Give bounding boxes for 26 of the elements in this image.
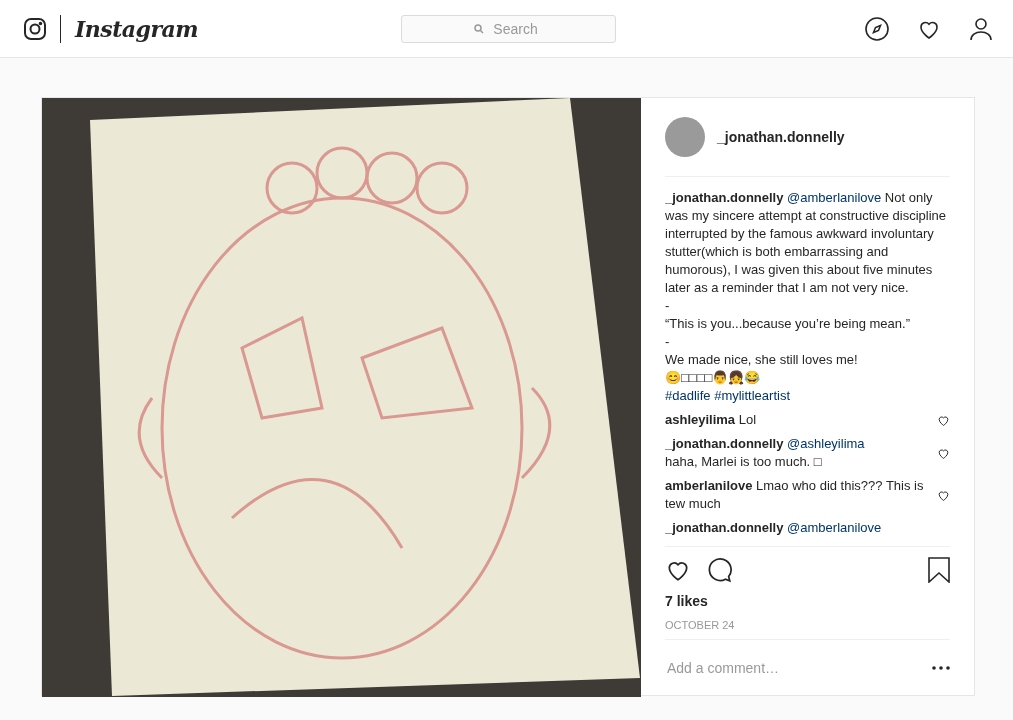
search-field[interactable]: Search	[401, 14, 616, 43]
caption: _jonathan.donnelly @amberlanilove Not only was my sincere attempt at constructive discipline interrupted by the famous awkward involuntary stutter(which is both embarrassing and humorous), I was given this about five minutes later as a reminder that I am not very nice. - “This is you...because you’re being mean.” - We made nice, she still loves me! 😊□□□□👨👧😂 #dadlife #mylittleartist	[665, 189, 948, 405]
person-icon[interactable]	[969, 16, 993, 41]
comment: _jonathan.donnelly @amberlanilove	[665, 519, 883, 537]
search-icon	[474, 23, 484, 34]
comment: _jonathan.donnelly @ashleyilima haha, Marlei is too much. □	[665, 435, 866, 471]
mention-link[interactable]: @amberlanilove	[787, 520, 882, 535]
heart-icon[interactable]	[937, 446, 950, 460]
heart-icon[interactable]	[937, 413, 950, 427]
comment: ashleyilima Lol	[665, 411, 758, 429]
save-button[interactable]	[928, 557, 950, 583]
like-count: 7 likes	[665, 593, 709, 609]
hashtag-link[interactable]: #mylittleartist	[714, 388, 791, 403]
compass-icon[interactable]	[865, 16, 889, 41]
post-date: OCTOBER 24	[665, 619, 950, 640]
mention-link[interactable]: @ashleyilima	[787, 436, 865, 451]
avatar[interactable]	[665, 117, 705, 157]
more-button[interactable]	[932, 665, 950, 670]
author-name[interactable]: _jonathan.donnelly	[717, 129, 845, 145]
comment: amberlanilove Lmao who did this??? This is tew much	[665, 477, 925, 513]
camera-icon[interactable]	[24, 17, 46, 40]
logo[interactable]: Instagram	[75, 15, 199, 42]
hashtag-link[interactable]: #dadlife	[665, 388, 711, 403]
mention-link[interactable]: @amberlanilove	[787, 190, 882, 205]
comment-button[interactable]	[707, 557, 733, 583]
heart-icon[interactable]	[937, 488, 950, 502]
